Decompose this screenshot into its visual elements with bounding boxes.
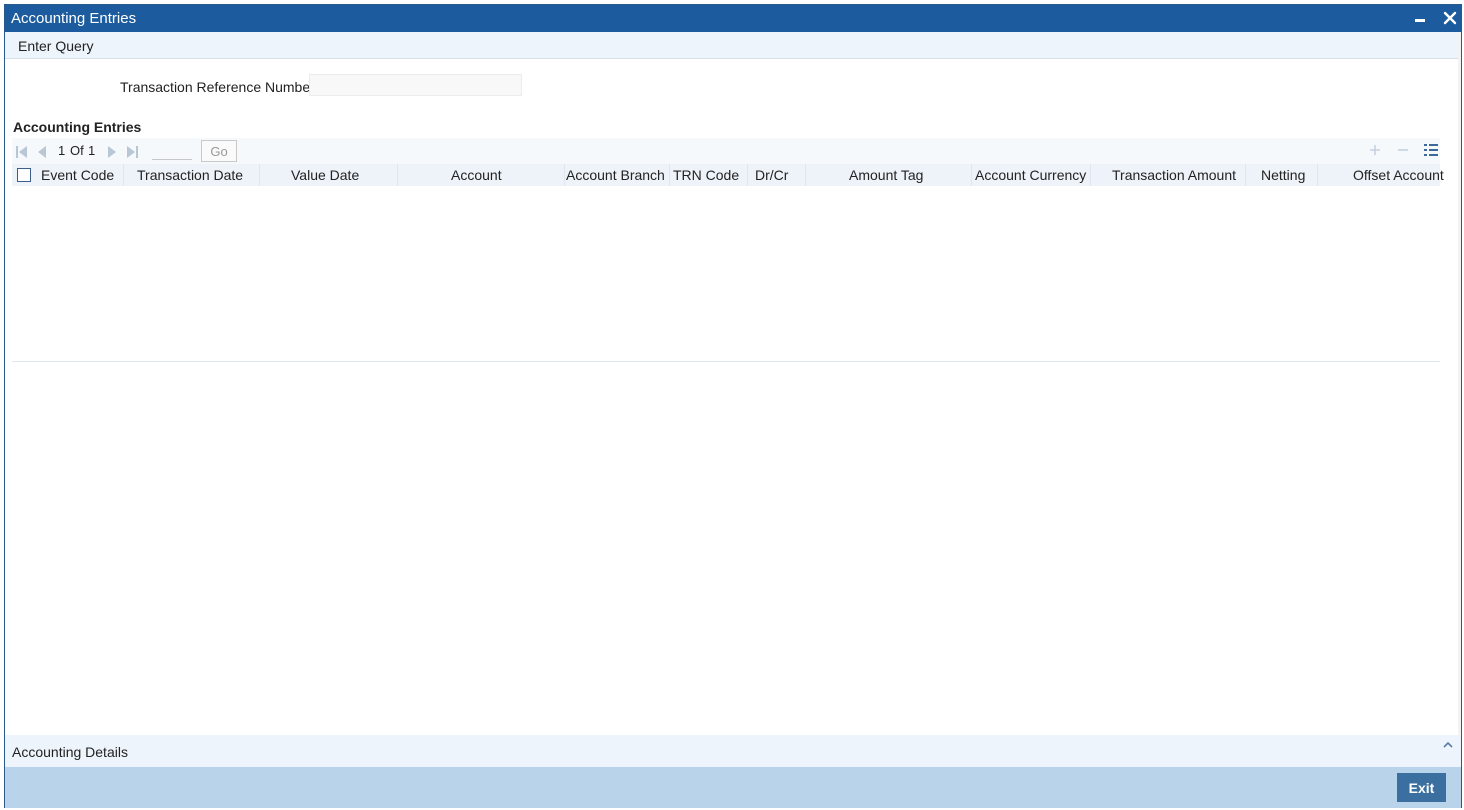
pager-of: Of: [70, 143, 84, 158]
pager-current: 1: [58, 143, 66, 158]
prev-page-icon[interactable]: [36, 145, 48, 158]
next-page-icon[interactable]: [106, 145, 118, 158]
first-page-icon[interactable]: [16, 145, 28, 158]
footer-bar: Exit: [5, 767, 1461, 808]
col-account-branch[interactable]: Account Branch: [566, 167, 665, 183]
select-all-checkbox[interactable]: [17, 168, 31, 182]
single-view-icon[interactable]: [1424, 143, 1438, 157]
exit-button[interactable]: Exit: [1397, 773, 1446, 802]
accounting-entries-window: Accounting Entries Enter Query Transacti…: [4, 4, 1462, 808]
page-number-input[interactable]: [152, 140, 192, 160]
col-netting[interactable]: Netting: [1261, 167, 1305, 183]
col-transaction-date[interactable]: Transaction Date: [137, 167, 243, 183]
col-account-currency[interactable]: Account Currency: [975, 167, 1086, 183]
col-account[interactable]: Account: [451, 167, 502, 183]
accounting-entries-grid: Event Code Transaction Date Value Date A…: [12, 164, 1444, 362]
col-transaction-amount[interactable]: Transaction Amount: [1112, 167, 1236, 183]
col-event-code[interactable]: Event Code: [41, 167, 114, 183]
accounting-details-link[interactable]: Accounting Details: [12, 744, 128, 760]
col-amount-tag[interactable]: Amount Tag: [849, 167, 923, 183]
go-button[interactable]: Go: [201, 140, 237, 162]
col-offset-account[interactable]: Offset Account: [1353, 167, 1444, 183]
minimize-icon[interactable]: [1410, 7, 1432, 29]
title-bar: Accounting Entries: [5, 5, 1461, 32]
pager-total: 1: [88, 143, 96, 158]
delete-row-icon[interactable]: [1396, 143, 1410, 157]
chevron-up-icon[interactable]: [1443, 737, 1453, 748]
add-row-icon[interactable]: [1368, 143, 1382, 157]
col-dr-cr[interactable]: Dr/Cr: [755, 167, 788, 183]
txn-ref-label: Transaction Reference Number: [120, 79, 315, 95]
enter-query-menu[interactable]: Enter Query: [18, 38, 93, 54]
grid-pager: 1 Of 1 Go: [12, 138, 1440, 164]
close-icon[interactable]: [1439, 7, 1461, 29]
grid-header: Event Code Transaction Date Value Date A…: [12, 164, 1444, 186]
accounting-details-bar: Accounting Details: [5, 735, 1461, 767]
section-title: Accounting Entries: [13, 119, 142, 135]
last-page-icon[interactable]: [126, 145, 138, 158]
txn-ref-input[interactable]: [309, 74, 522, 96]
col-value-date[interactable]: Value Date: [291, 167, 359, 183]
col-trn-code[interactable]: TRN Code: [673, 167, 739, 183]
scrollbar[interactable]: [1458, 32, 1461, 767]
window-title: Accounting Entries: [11, 10, 137, 27]
menu-bar: Enter Query: [5, 32, 1461, 59]
